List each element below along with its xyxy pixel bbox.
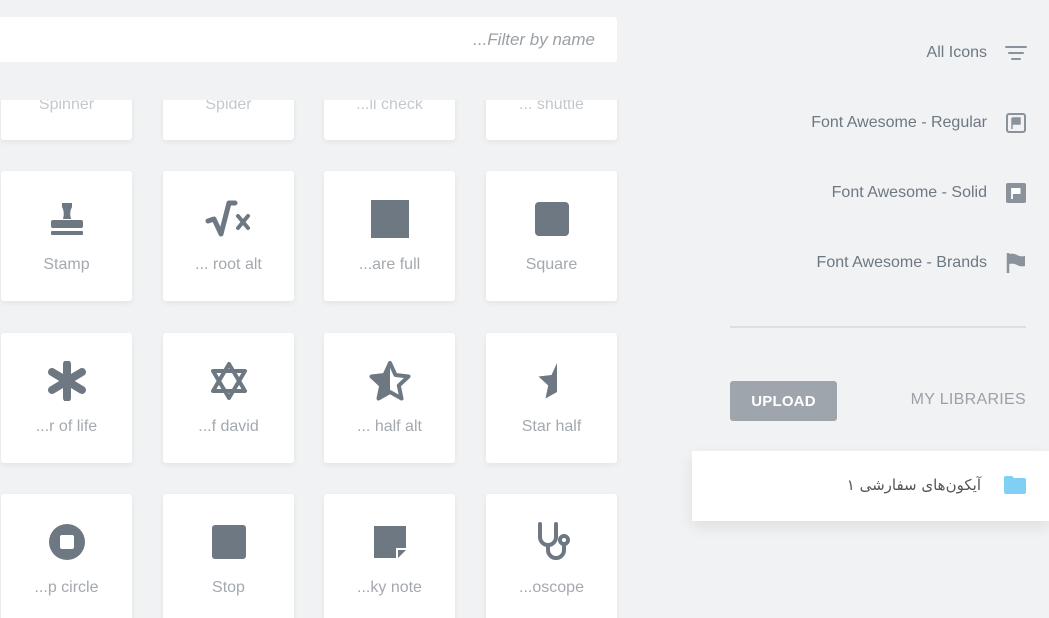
folder-name: آیکون‌های سفارشی ۱ — [846, 476, 981, 494]
icon-tile-label: Stop — [212, 579, 245, 596]
icon-tile[interactable]: Stop — [163, 494, 294, 618]
filter-box — [0, 17, 617, 62]
icon-tile-label: Square — [525, 256, 578, 273]
icon-tile[interactable]: Spinner — [1, 100, 132, 140]
folder-icon — [1003, 475, 1027, 500]
star-half-alt-icon — [324, 359, 455, 403]
icon-tile-label: ...ky note — [357, 579, 422, 596]
icon-tile[interactable]: ...ky note — [324, 494, 455, 618]
icon-tile-label: ... half alt — [357, 418, 422, 435]
icon-tile-label: ...r of life — [35, 418, 98, 435]
stamp-icon — [1, 197, 132, 241]
filter-input[interactable] — [0, 17, 617, 62]
category-fa-brands[interactable]: Font Awesome - Brands — [817, 248, 1027, 278]
category-label: Font Awesome - Regular — [811, 114, 987, 131]
my-libraries-link[interactable]: MY LIBRARIES — [911, 391, 1026, 409]
icon-grid: Spinner Spider ...ll check ... shuttle S… — [0, 100, 692, 618]
square-full-icon — [324, 197, 455, 241]
icon-tile-label: ... shuttle — [519, 100, 584, 113]
icon-tile[interactable]: ...are full — [324, 171, 455, 301]
divider — [730, 326, 1026, 328]
icon-tile[interactable]: Spider — [163, 100, 294, 140]
sticky-note-icon — [324, 520, 455, 564]
custom-icon-folder[interactable]: آیکون‌های سفارشی ۱ — [692, 451, 1049, 521]
category-fa-solid[interactable]: Font Awesome - Solid — [832, 178, 1027, 208]
stethoscope-icon — [486, 520, 617, 564]
icon-tile[interactable]: ... root alt — [163, 171, 294, 301]
icon-tile-label: Spider — [205, 100, 252, 113]
category-label: Font Awesome - Brands — [816, 254, 987, 271]
icon-tile-label: Stamp — [43, 256, 90, 273]
category-label: Font Awesome - Solid — [831, 184, 987, 201]
star-of-life-icon — [1, 359, 132, 403]
category-label: All Icons — [926, 44, 987, 61]
icon-tile-label: ...p circle — [34, 579, 99, 596]
flag-solid-icon — [1005, 182, 1027, 204]
icon-tile[interactable]: ...r of life — [1, 333, 132, 463]
icon-tile[interactable]: Stamp — [1, 171, 132, 301]
icon-tile[interactable]: Star half — [486, 333, 617, 463]
icon-grid-panel: Spinner Spider ...ll check ... shuttle S… — [0, 0, 692, 618]
upload-button[interactable]: UPLOAD — [730, 381, 837, 421]
icon-tile-label: Spinner — [38, 100, 95, 113]
stop-icon — [163, 520, 294, 564]
flag-brands-icon — [1005, 252, 1027, 274]
icon-tile-label: ... root alt — [195, 256, 262, 273]
flag-regular-icon — [1005, 112, 1027, 134]
star-of-david-icon — [163, 359, 294, 403]
icon-tile[interactable]: ...ll check — [324, 100, 455, 140]
square-root-alt-icon — [163, 197, 294, 241]
category-all-icons[interactable]: All Icons — [927, 38, 1027, 68]
icon-tile[interactable]: ...p circle — [1, 494, 132, 618]
category-fa-regular[interactable]: Font Awesome - Regular — [811, 108, 1027, 138]
filter-lines-icon — [1005, 42, 1027, 64]
star-half-icon — [486, 359, 617, 403]
icon-tile[interactable]: ...f david — [163, 333, 294, 463]
icon-tile-label: ...ll check — [356, 100, 423, 113]
sidebar: All Icons Font Awesome - Regular Font Aw… — [692, 0, 1049, 618]
icon-tile[interactable]: ... half alt — [324, 333, 455, 463]
square-icon — [486, 197, 617, 241]
icon-tile-label: ...are full — [358, 256, 421, 273]
icon-tile-label: ...f david — [198, 418, 259, 435]
icon-tile[interactable]: Square — [486, 171, 617, 301]
icon-tile-label: ...oscope — [519, 579, 584, 596]
icon-tile-label: Star half — [521, 418, 582, 435]
stop-circle-icon — [1, 520, 132, 564]
icon-tile[interactable]: ... shuttle — [486, 100, 617, 140]
icon-tile[interactable]: ...oscope — [486, 494, 617, 618]
